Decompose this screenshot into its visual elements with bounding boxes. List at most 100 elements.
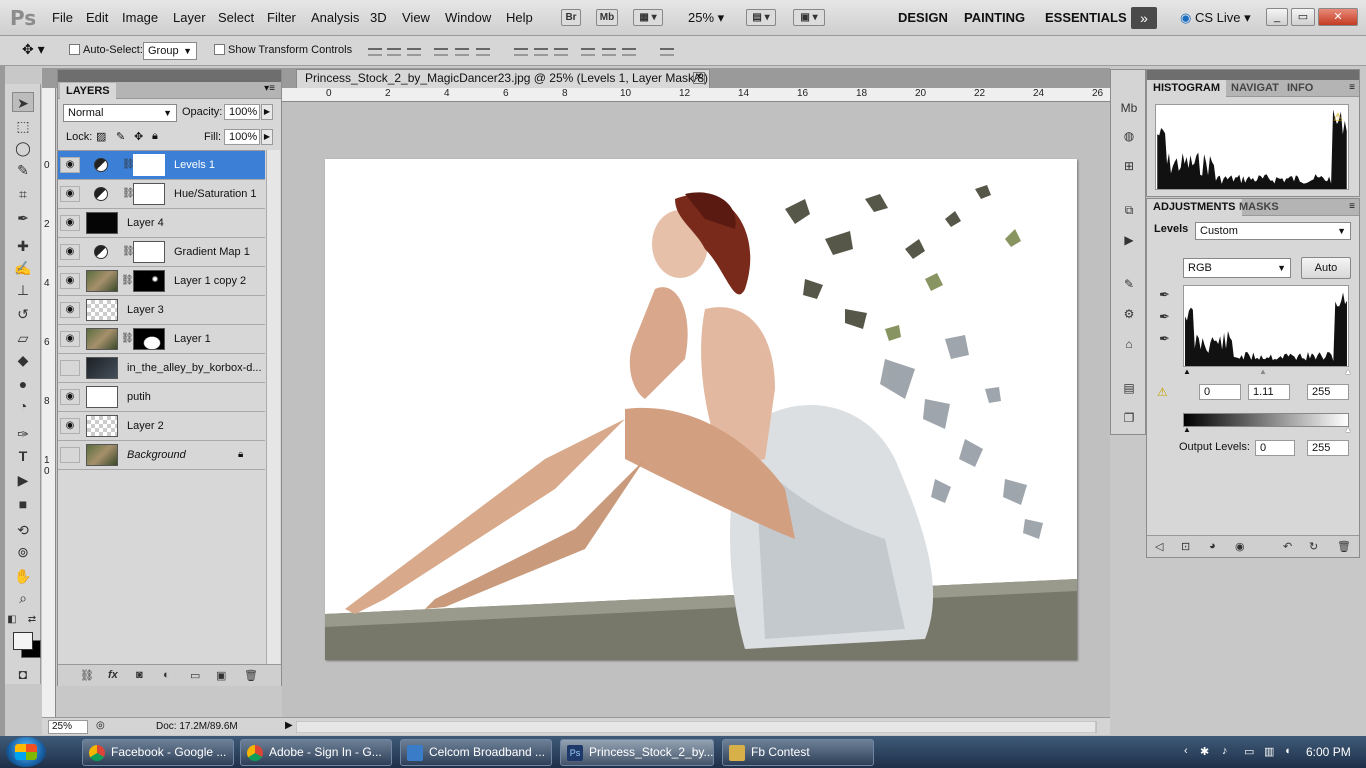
lock-position-icon[interactable]: ✥ bbox=[134, 130, 143, 143]
move-tool-icon[interactable]: ➤ bbox=[12, 92, 34, 112]
align-right-icon[interactable] bbox=[476, 48, 490, 56]
link-layers-icon[interactable]: ⛓ bbox=[80, 669, 94, 682]
layer-thumbnail[interactable] bbox=[86, 299, 118, 321]
eyedropper-tool-icon[interactable]: ✒ bbox=[12, 208, 34, 228]
layer-name[interactable]: Levels 1 bbox=[174, 159, 215, 171]
eye-icon[interactable]: ◉ bbox=[60, 302, 80, 318]
channel-dropdown[interactable]: RGB ▼ bbox=[1183, 258, 1291, 278]
reset-icon[interactable]: ↻ bbox=[1309, 540, 1318, 553]
brush-tool-icon[interactable]: ✍ bbox=[12, 258, 34, 278]
visibility-icon[interactable]: ◉ bbox=[1235, 540, 1245, 553]
layer-row-layer-3[interactable]: ◉ Layer 3 bbox=[58, 296, 265, 325]
auto-select-checkbox[interactable] bbox=[69, 44, 80, 55]
paint-bucket-tool-icon[interactable]: ◆ bbox=[12, 350, 34, 370]
workspace-design[interactable]: DESIGN bbox=[898, 10, 948, 25]
history-panel-icon[interactable]: ⧉ bbox=[1120, 202, 1138, 218]
layer-mask-thumbnail[interactable] bbox=[133, 328, 165, 350]
view-extras-button[interactable]: ▦ ▾ bbox=[633, 9, 663, 26]
smart-object-thumbnail[interactable] bbox=[86, 357, 118, 379]
previous-state-icon[interactable]: ↶ bbox=[1283, 540, 1292, 553]
fill-slider-arrow[interactable]: ▶ bbox=[261, 129, 273, 145]
lock-all-icon[interactable]: 🔒︎ bbox=[152, 130, 158, 143]
clipping-warning-icon[interactable]: ⚠ bbox=[1157, 385, 1168, 399]
eye-icon-hidden[interactable] bbox=[60, 360, 80, 376]
layers-panel-header[interactable] bbox=[58, 70, 281, 82]
healing-brush-tool-icon[interactable]: ✚ bbox=[12, 236, 34, 256]
panel-header[interactable] bbox=[1147, 70, 1359, 80]
align-left-icon[interactable] bbox=[434, 48, 448, 56]
input-black-field[interactable]: 0 bbox=[1199, 384, 1241, 400]
show-hidden-icons-arrow[interactable]: ‹ bbox=[1184, 745, 1188, 757]
tab-histogram[interactable]: HISTOGRAM bbox=[1147, 80, 1227, 97]
auto-button[interactable]: Auto bbox=[1301, 257, 1351, 279]
more-workspaces-button[interactable]: » bbox=[1131, 7, 1157, 29]
layer-thumbnail[interactable] bbox=[86, 270, 118, 292]
layer-row-background[interactable]: Background 🔒︎ bbox=[58, 441, 265, 470]
menu-edit[interactable]: Edit bbox=[86, 10, 108, 25]
expanded-view-icon[interactable]: ⊡ bbox=[1181, 540, 1190, 553]
layer-mask-thumbnail[interactable] bbox=[133, 154, 165, 176]
input-gamma-slider[interactable]: ▲ bbox=[1259, 367, 1267, 376]
layer-name[interactable]: Background bbox=[127, 449, 186, 461]
animation-panel-icon[interactable]: ▶ bbox=[1120, 232, 1138, 248]
layer-row-layer-1[interactable]: ◉ ⛓ Layer 1 bbox=[58, 325, 265, 354]
blend-mode-dropdown[interactable]: Normal ▼ bbox=[63, 104, 177, 122]
task-facebook[interactable]: Facebook - Google ... bbox=[82, 739, 234, 766]
eye-icon[interactable]: ◉ bbox=[60, 273, 80, 289]
layer-row-levels-1[interactable]: ◉ ⛓ Levels 1 bbox=[58, 151, 265, 180]
tab-navigator[interactable]: NAVIGAT bbox=[1225, 80, 1285, 97]
3d-rotate-tool-icon[interactable]: ⟲ bbox=[12, 520, 34, 540]
layer-thumbnail[interactable] bbox=[86, 386, 118, 408]
histogram-menu-icon[interactable]: ≡ bbox=[1349, 82, 1355, 93]
blur-tool-icon[interactable]: ● bbox=[12, 374, 34, 394]
layer-name[interactable]: Layer 3 bbox=[127, 304, 164, 316]
opacity-slider-arrow[interactable]: ▶ bbox=[261, 104, 273, 120]
layers-panel-menu-icon[interactable]: ▾≡ bbox=[264, 83, 275, 94]
levels-preset-dropdown[interactable]: Custom ▼ bbox=[1195, 222, 1351, 240]
tab-masks[interactable]: MASKS bbox=[1233, 199, 1285, 216]
document-canvas-image[interactable] bbox=[325, 159, 1077, 660]
3d-orbit-tool-icon[interactable]: ⊚ bbox=[12, 542, 34, 562]
layer-name[interactable]: Hue/Saturation 1 bbox=[174, 188, 257, 200]
eye-icon[interactable]: ◉ bbox=[60, 186, 80, 202]
layer-mask-thumbnail[interactable] bbox=[133, 241, 165, 263]
task-fb-contest[interactable]: Fb Contest bbox=[722, 739, 874, 766]
gray-point-eyedropper-icon[interactable]: ✒ bbox=[1159, 309, 1170, 325]
screen-mode-button[interactable]: ▣ ▾ bbox=[793, 9, 825, 26]
path-selection-tool-icon[interactable]: ▶ bbox=[12, 470, 34, 490]
task-adobe-sign-in[interactable]: Adobe - Sign In - G... bbox=[240, 739, 392, 766]
output-black-field[interactable]: 0 bbox=[1255, 440, 1295, 456]
arrange-documents-button[interactable]: ▤ ▾ bbox=[746, 9, 776, 26]
task-celcom-broadband[interactable]: Celcom Broadband ... bbox=[400, 739, 552, 766]
layer-row-in-the-alley[interactable]: in_the_alley_by_korbox-d... bbox=[58, 354, 265, 383]
lock-image-icon[interactable]: ✎ bbox=[116, 130, 125, 143]
eye-icon[interactable]: ◉ bbox=[60, 215, 80, 231]
input-black-slider[interactable]: ▲ bbox=[1183, 367, 1191, 376]
tab-adjustments[interactable]: ADJUSTMENTS bbox=[1147, 199, 1242, 216]
output-white-slider[interactable]: ▲ bbox=[1344, 425, 1352, 434]
align-top-icon[interactable] bbox=[368, 48, 382, 56]
layer-thumbnail[interactable] bbox=[86, 328, 118, 350]
volume-icon[interactable]: ♪ bbox=[1222, 745, 1228, 757]
menu-view[interactable]: View bbox=[402, 10, 430, 25]
zoom-level-dropdown[interactable]: 25% ▾ bbox=[688, 10, 724, 26]
move-tool-preset-icon[interactable]: ✥ ▾ bbox=[22, 41, 45, 58]
minimize-button[interactable]: _ bbox=[1266, 8, 1288, 26]
fill-input[interactable]: 100% bbox=[224, 129, 260, 145]
layer-name[interactable]: Layer 2 bbox=[127, 420, 164, 432]
clip-to-layer-icon[interactable]: ◕ bbox=[1209, 540, 1216, 552]
new-layer-icon[interactable]: ▣ bbox=[216, 669, 226, 682]
crop-tool-icon[interactable]: ⌗ bbox=[12, 184, 34, 204]
horizontal-scrollbar[interactable] bbox=[296, 721, 1336, 733]
tab-info[interactable]: INFO bbox=[1281, 80, 1319, 97]
character-panel-icon[interactable]: ▤ bbox=[1120, 380, 1138, 396]
distribute-left-icon[interactable] bbox=[581, 48, 595, 56]
layer-name[interactable]: Layer 1 bbox=[174, 333, 211, 345]
distribute-right-icon[interactable] bbox=[622, 48, 636, 56]
layer-name[interactable]: Layer 4 bbox=[127, 217, 164, 229]
menu-file[interactable]: File bbox=[52, 10, 73, 25]
add-mask-icon[interactable]: ◙ bbox=[136, 669, 143, 681]
mini-bridge-button[interactable]: Mb bbox=[596, 9, 618, 26]
eye-icon-hidden[interactable] bbox=[60, 447, 80, 463]
layer-row-layer-2[interactable]: ◉ Layer 2 bbox=[58, 412, 265, 441]
